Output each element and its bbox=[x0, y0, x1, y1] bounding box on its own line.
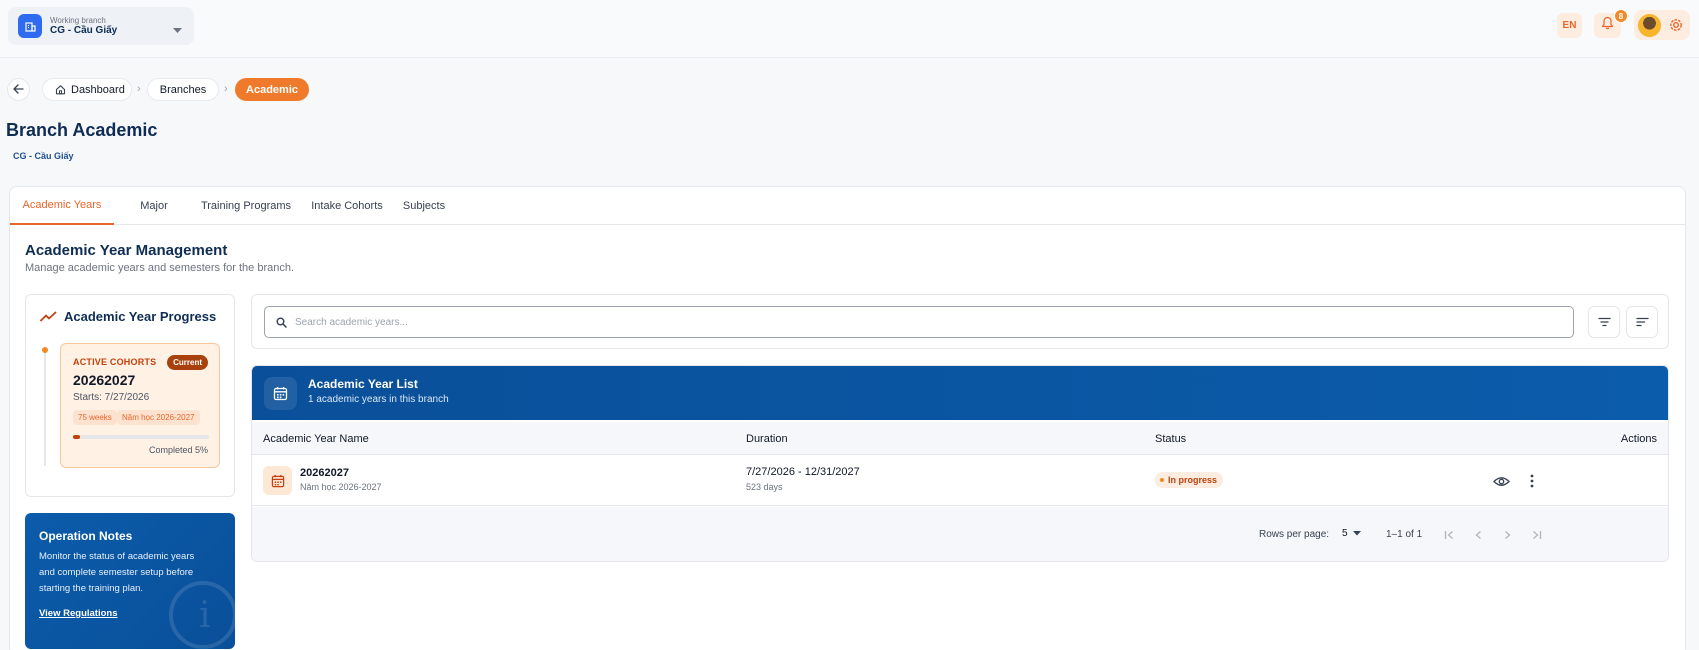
next-page-button[interactable] bbox=[1497, 525, 1517, 545]
current-badge: Current bbox=[167, 355, 208, 370]
table-title: Academic Year List bbox=[308, 377, 418, 391]
column-header-name: Academic Year Name bbox=[263, 433, 369, 445]
tab-intake-cohorts[interactable]: Intake Cohorts bbox=[302, 187, 392, 225]
notes-title: Operation Notes bbox=[39, 529, 133, 543]
trend-up-icon bbox=[40, 311, 57, 322]
notification-count-badge: 8 bbox=[1614, 9, 1628, 23]
academic-year-table: Academic Year List 1 academic years in t… bbox=[251, 365, 1669, 562]
rows-per-page-value: 5 bbox=[1342, 528, 1348, 539]
section-subtitle: Manage academic years and semesters for … bbox=[25, 262, 295, 274]
sort-button[interactable] bbox=[1626, 306, 1658, 338]
active-cohort-card[interactable]: ACTIVE COHORTS Current 20262027 Starts: … bbox=[60, 343, 220, 468]
status-label: In progress bbox=[1168, 475, 1218, 485]
more-vertical-icon bbox=[1530, 474, 1534, 488]
column-header-duration: Duration bbox=[746, 433, 788, 445]
calendar-icon bbox=[263, 466, 292, 495]
progress-bar-fill bbox=[73, 435, 80, 439]
top-bar: Working branch CG - Cầu Giấy EN 8 bbox=[0, 0, 1699, 58]
branch-name: CG - Cầu Giấy bbox=[50, 24, 118, 36]
main-card: Academic Years Major Training Programs I… bbox=[9, 186, 1686, 650]
table-column-header-row: Academic Year Name Duration Status Actio… bbox=[252, 422, 1668, 455]
cohort-year: 20262027 bbox=[73, 372, 136, 388]
calendar-icon bbox=[264, 377, 297, 410]
search-icon bbox=[276, 317, 287, 328]
breadcrumb-academic[interactable]: Academic bbox=[235, 78, 309, 101]
tab-academic-years[interactable]: Academic Years bbox=[10, 187, 114, 225]
notifications-button[interactable]: 8 bbox=[1594, 9, 1628, 38]
arrow-left-icon bbox=[13, 81, 24, 99]
status-dot bbox=[1160, 478, 1164, 482]
progress-bar bbox=[73, 435, 209, 439]
column-header-status: Status bbox=[1155, 433, 1187, 445]
chevron-left-icon bbox=[1475, 530, 1482, 540]
table-header: Academic Year List 1 academic years in t… bbox=[252, 366, 1668, 420]
completed-label: Completed 5% bbox=[148, 445, 208, 455]
breadcrumb-separator: › bbox=[137, 83, 141, 95]
notes-body: Monitor the status of academic years and… bbox=[39, 551, 195, 594]
academic-year-progress-panel: Academic Year Progress ACTIVE COHORTS Cu… bbox=[25, 294, 235, 497]
avatar[interactable] bbox=[1638, 14, 1661, 37]
view-regulations-link[interactable]: View Regulations bbox=[39, 608, 117, 619]
tab-major[interactable]: Major bbox=[127, 187, 181, 225]
first-page-button[interactable] bbox=[1439, 525, 1459, 545]
first-page-icon bbox=[1444, 530, 1455, 540]
profile-group bbox=[1634, 10, 1690, 40]
academic-year-name: 20262027 bbox=[300, 467, 349, 479]
timeline-dot bbox=[42, 347, 48, 353]
academic-year-days: 523 days bbox=[746, 482, 783, 492]
more-actions-button[interactable] bbox=[1521, 470, 1543, 492]
last-page-button[interactable] bbox=[1526, 525, 1546, 545]
pagination-range: 1–1 of 1 bbox=[1386, 529, 1423, 540]
progress-title: Academic Year Progress bbox=[64, 309, 217, 324]
timeline-line bbox=[44, 351, 46, 466]
filter-icon bbox=[1597, 317, 1611, 327]
previous-page-button[interactable] bbox=[1468, 525, 1488, 545]
home-icon bbox=[55, 84, 66, 95]
operation-notes-panel: Operation Notes Monitor the status of ac… bbox=[25, 513, 235, 649]
pagination-bar: Rows per page: 5 1–1 of 1 bbox=[252, 507, 1668, 561]
chevron-right-icon bbox=[1504, 530, 1511, 540]
back-button[interactable] bbox=[7, 78, 30, 101]
academic-year-duration: 7/27/2026 - 12/31/2027 bbox=[746, 466, 860, 478]
table-row[interactable]: 20262027 Năm học 2026-2027 7/27/2026 - 1… bbox=[252, 455, 1668, 506]
tab-bar: Academic Years Major Training Programs I… bbox=[10, 187, 1685, 225]
page-title: Branch Academic bbox=[6, 120, 158, 140]
gear-icon[interactable] bbox=[1667, 16, 1685, 39]
breadcrumb-branches[interactable]: Branches bbox=[147, 78, 219, 101]
breadcrumb-dashboard[interactable]: Dashboard bbox=[42, 78, 132, 101]
building-icon bbox=[18, 14, 42, 38]
school-year-chip: Năm học 2026-2027 bbox=[117, 410, 200, 425]
sort-icon bbox=[1635, 317, 1649, 327]
view-button[interactable] bbox=[1490, 470, 1512, 492]
cohort-start-date: Starts: 7/27/2026 bbox=[73, 392, 150, 403]
status-badge: In progress bbox=[1155, 472, 1224, 488]
tab-subjects[interactable]: Subjects bbox=[394, 187, 454, 225]
breadcrumb-separator: › bbox=[224, 83, 228, 95]
weeks-chip: 75 weeks bbox=[73, 410, 117, 425]
search-panel bbox=[251, 294, 1669, 349]
language-button[interactable]: EN bbox=[1557, 13, 1582, 38]
section-title: Academic Year Management bbox=[25, 242, 228, 259]
search-box[interactable] bbox=[264, 306, 1574, 338]
tab-training-programs[interactable]: Training Programs bbox=[192, 187, 300, 225]
filter-button[interactable] bbox=[1588, 306, 1620, 338]
column-header-actions: Actions bbox=[1620, 433, 1657, 445]
cohort-label: ACTIVE COHORTS bbox=[73, 357, 157, 367]
table-subtitle: 1 academic years in this branch bbox=[308, 394, 449, 405]
academic-year-name-sub: Năm học 2026-2027 bbox=[300, 482, 382, 492]
branch-caption: Working branch bbox=[50, 15, 106, 25]
breadcrumb-dashboard-label: Dashboard bbox=[71, 83, 125, 96]
rows-per-page-label: Rows per page: bbox=[1259, 529, 1330, 540]
bell-icon bbox=[1601, 16, 1614, 35]
last-page-icon bbox=[1531, 530, 1542, 540]
rows-per-page-select[interactable]: 5 bbox=[1342, 528, 1361, 539]
branch-selector[interactable]: Working branch CG - Cầu Giấy bbox=[8, 7, 194, 45]
page-subtitle: CG - Cầu Giấy bbox=[13, 151, 74, 161]
eye-icon bbox=[1492, 476, 1510, 487]
search-input[interactable] bbox=[295, 316, 1555, 328]
caret-down-icon bbox=[173, 21, 182, 39]
caret-down-icon bbox=[1352, 531, 1361, 536]
